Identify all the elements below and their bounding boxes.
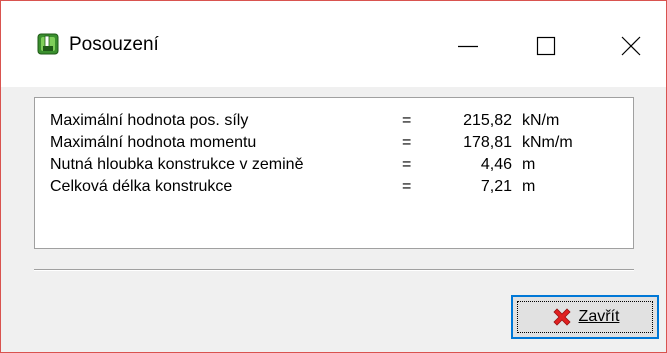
close-icon xyxy=(621,36,641,56)
separator xyxy=(34,269,634,271)
result-unit: m xyxy=(522,156,536,173)
result-value: 178,81 xyxy=(463,134,512,151)
result-label: Celková délka konstrukce xyxy=(50,178,233,195)
result-row: Maximální hodnota momentu = 178,81 kNm/m xyxy=(50,134,573,154)
result-label: Maximální hodnota pos. síly xyxy=(50,112,249,129)
maximize-button[interactable] xyxy=(511,21,581,71)
result-unit: kN/m xyxy=(522,112,560,129)
result-equals: = xyxy=(402,178,412,195)
window-title: Posouzení xyxy=(69,34,159,55)
title-bar[interactable]: Posouzení xyxy=(1,1,666,87)
result-label: Nutná hloubka konstrukce v zemině xyxy=(50,156,304,173)
red-x-icon xyxy=(552,308,571,326)
result-equals: = xyxy=(402,134,412,151)
minimize-button[interactable] xyxy=(433,21,503,71)
close-button[interactable]: Zavřít xyxy=(511,295,659,339)
app-icon xyxy=(37,33,59,55)
result-row: Celková délka konstrukce = 7,21 m xyxy=(50,178,535,198)
result-value: 4,46 xyxy=(480,156,512,173)
result-value: 215,82 xyxy=(463,112,512,129)
result-unit: kNm/m xyxy=(522,134,573,151)
maximize-icon xyxy=(536,36,556,56)
result-equals: = xyxy=(402,112,412,129)
results-panel: Maximální hodnota pos. síly = 215,82 kN/… xyxy=(34,97,634,249)
window-close-button[interactable] xyxy=(596,21,666,71)
minimize-icon xyxy=(458,45,478,48)
close-button-label: Zavřít xyxy=(578,308,620,325)
dialog-window: Posouzení Maximální hodnota pos. síly = … xyxy=(0,0,667,353)
result-unit: m xyxy=(522,178,536,195)
result-row: Maximální hodnota pos. síly = 215,82 kN/… xyxy=(50,112,559,132)
result-value: 7,21 xyxy=(480,178,512,195)
result-row: Nutná hloubka konstrukce v zemině = 4,46… xyxy=(50,156,535,176)
result-label: Maximální hodnota momentu xyxy=(50,134,257,151)
result-equals: = xyxy=(402,156,412,173)
